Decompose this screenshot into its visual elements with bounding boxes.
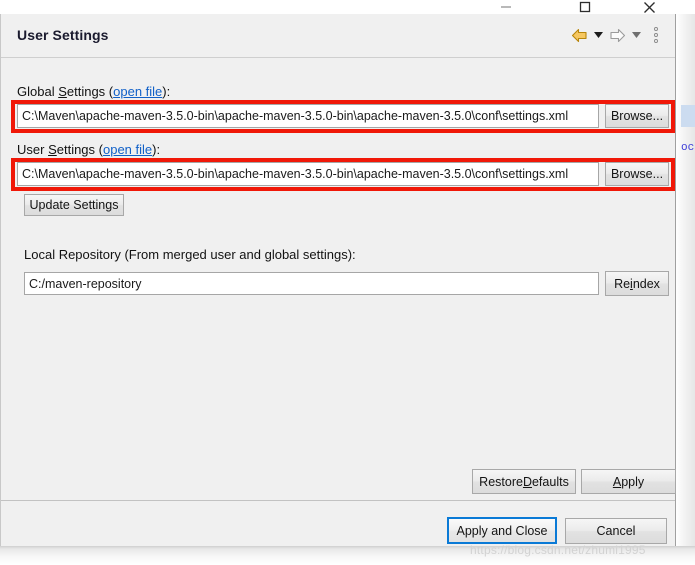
global-settings-label: Global Settings (open file): — [17, 84, 170, 99]
background-selection-box — [681, 105, 695, 127]
global-settings-label-end: ): — [162, 84, 171, 99]
kebab-dot — [654, 39, 658, 43]
reindex-button[interactable]: Re i ndex — [605, 271, 669, 296]
restore-defaults-label-pre: Restore — [479, 474, 523, 489]
back-button[interactable] — [569, 24, 589, 46]
cancel-button[interactable]: Cancel — [565, 518, 667, 544]
apply-label-post: pply — [621, 474, 645, 489]
local-repository-input[interactable]: C:/maven-repository — [24, 272, 599, 295]
user-settings-browse-button[interactable]: Browse... — [605, 162, 669, 186]
maximize-button[interactable] — [568, 0, 602, 14]
apply-button[interactable]: Apply — [581, 469, 676, 494]
forward-arrow-icon — [609, 28, 625, 42]
dialog-header: User Settings — [1, 14, 675, 58]
back-dropdown-button[interactable] — [592, 24, 604, 46]
kebab-dot — [654, 27, 658, 31]
minimize-button[interactable] — [489, 0, 523, 14]
reindex-label-pre: Re — [614, 276, 631, 291]
user-settings-dialog: User Settings Global Settings (open file… — [0, 14, 676, 546]
global-settings-label-pre: Global — [17, 84, 59, 99]
window-titlebar — [0, 0, 695, 14]
maximize-icon — [579, 1, 591, 13]
page-title: User Settings — [17, 27, 109, 43]
forward-button[interactable] — [607, 24, 627, 46]
restore-defaults-label-post: efaults — [531, 474, 569, 489]
restore-defaults-button[interactable]: Restore Defaults — [472, 469, 576, 494]
global-settings-path-input[interactable]: C:\Maven\apache-maven-3.5.0-bin\apache-m… — [17, 104, 599, 128]
apply-and-close-button[interactable]: Apply and Close — [447, 517, 557, 544]
forward-dropdown-button[interactable] — [630, 24, 642, 46]
user-settings-label-pre: User — [17, 142, 49, 157]
watermark: https://blog.csdn.net/zhumi1995 — [470, 543, 646, 557]
view-menu-button[interactable] — [649, 24, 663, 46]
user-settings-label: User Settings (open file): — [17, 142, 160, 157]
user-settings-path-input[interactable]: C:\Maven\apache-maven-3.5.0-bin\apache-m… — [17, 162, 599, 186]
user-settings-label-end: ): — [152, 142, 161, 157]
background-code-text: oc — [681, 142, 695, 154]
global-settings-label-post: ettings ( — [66, 84, 114, 99]
user-settings-mnemonic: S — [48, 142, 57, 157]
local-repository-label: Local Repository (From merged user and g… — [24, 247, 356, 262]
user-settings-label-post: ettings ( — [56, 142, 103, 157]
chevron-down-icon — [631, 32, 641, 38]
background-editor-strip — [676, 14, 695, 546]
header-toolbar — [569, 24, 663, 46]
chevron-down-icon — [593, 32, 603, 38]
restore-defaults-mnemonic: D — [522, 474, 532, 489]
reindex-label-post: ndex — [632, 276, 660, 291]
kebab-dot — [654, 33, 658, 37]
global-settings-mnemonic: S — [58, 84, 67, 99]
global-settings-open-file-link[interactable]: open file — [113, 84, 162, 99]
user-settings-open-file-link[interactable]: open file — [103, 142, 152, 157]
minimize-icon — [501, 6, 511, 8]
apply-mnemonic: A — [612, 474, 622, 489]
close-button[interactable] — [632, 0, 666, 14]
dialog-footer: Apply and Close Cancel — [1, 501, 675, 545]
back-arrow-icon — [571, 28, 587, 42]
update-settings-button[interactable]: Update Settings — [24, 194, 124, 216]
close-icon — [643, 1, 655, 13]
dialog-content: Global Settings (open file): C:\Maven\ap… — [1, 59, 676, 500]
global-settings-browse-button[interactable]: Browse... — [605, 104, 669, 128]
